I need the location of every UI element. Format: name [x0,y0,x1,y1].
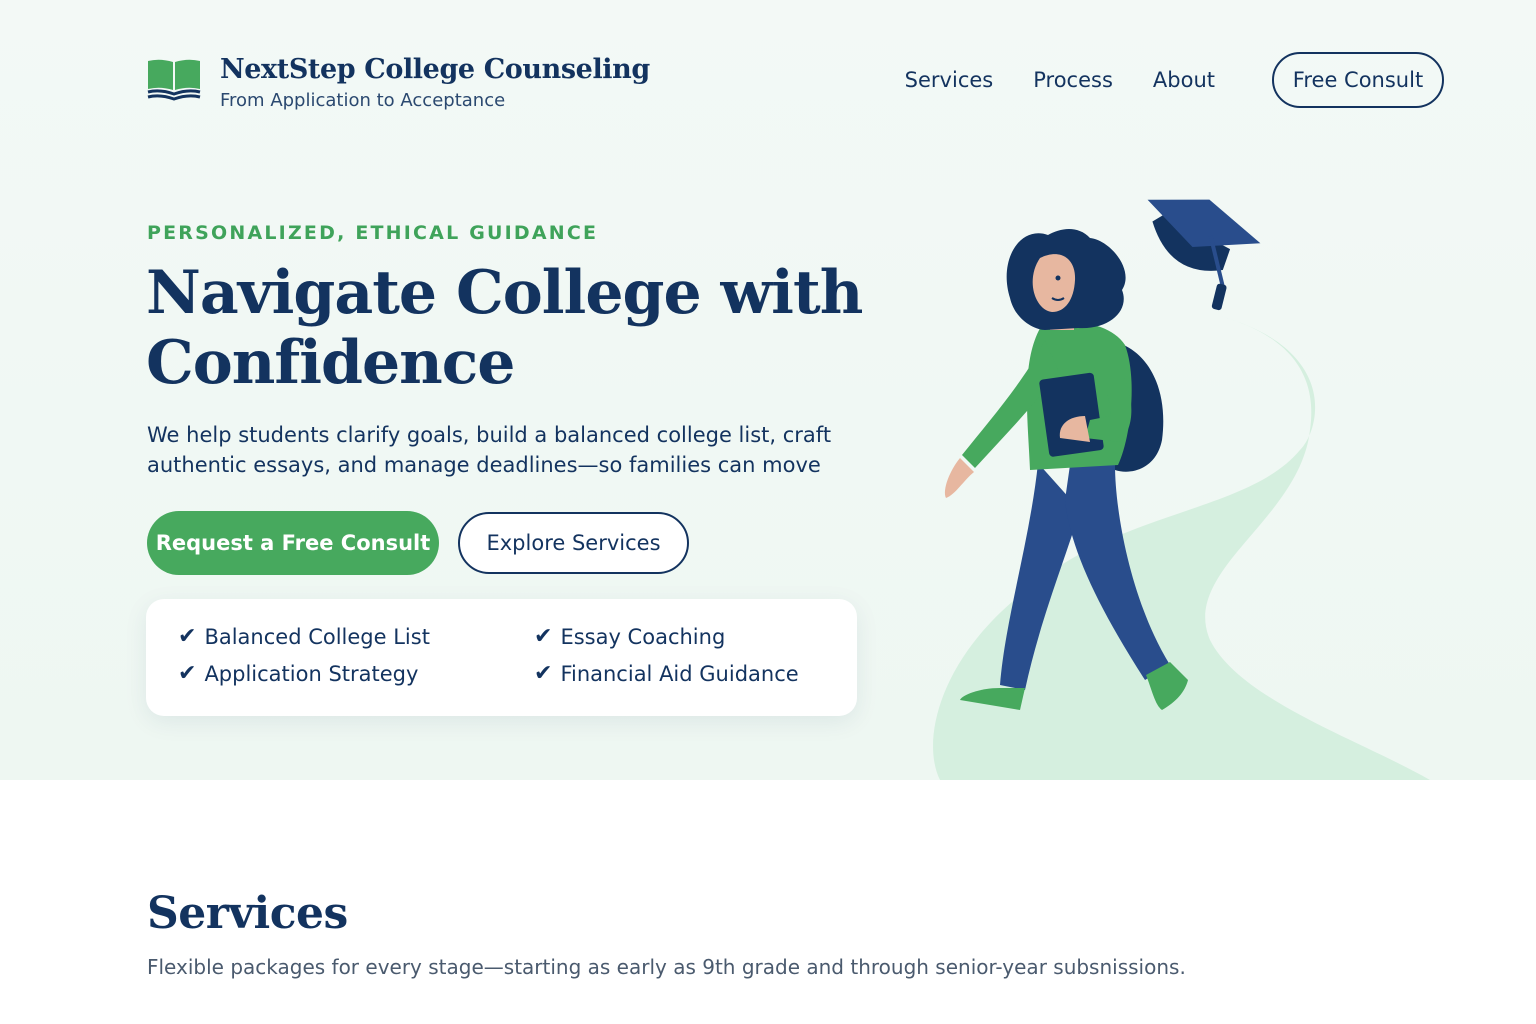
explore-services-button[interactable]: Explore Services [458,512,689,574]
free-consult-button[interactable]: Free Consult [1272,52,1444,108]
nav-link-services[interactable]: Services [905,54,994,106]
feature-label: Financial Aid Guidance [560,661,799,686]
feature-item: ✔ Application Strategy [178,661,418,686]
brand-title: NextStep College Counseling [220,54,650,85]
graduation-cap [1147,199,1261,311]
main-nav: Services Process About Free Consult [905,52,1444,108]
open-book-icon [147,59,201,101]
feature-label: Essay Coaching [560,624,726,649]
nav-link-about[interactable]: About [1153,54,1215,106]
student-walking-with-graduation-cap-icon [933,199,1430,780]
book [1039,372,1104,457]
checkmark-icon: ✔ [178,661,197,686]
hero-section: NextStep College Counseling From Applica… [0,0,1536,780]
checkmark-icon: ✔ [534,624,553,649]
services-subtitle: Flexible packages for every stage—starti… [147,955,1186,979]
request-consult-button[interactable]: Request a Free Consult [147,511,439,575]
feature-item: ✔ Essay Coaching [534,624,725,649]
brand-tagline: From Application to Acceptance [220,90,506,111]
feature-item: ✔ Balanced College List [178,624,430,649]
hero-eyebrow: PERSONALIZED, ETHICAL GUIDANCE [147,222,599,244]
checkmark-icon: ✔ [534,661,553,686]
feature-label: Balanced College List [204,624,430,649]
features-card: ✔ Balanced College List ✔ Essay Coaching… [146,599,857,716]
hero-description: We help students clarify goals, build a … [147,423,832,477]
feature-label: Application Strategy [204,661,419,686]
winding-path [933,316,1430,780]
hero-headline: Navigate College with Confidence [146,258,863,398]
brand[interactable]: NextStep College Counseling From Applica… [146,54,650,111]
nav-link-process[interactable]: Process [1033,54,1113,106]
checkmark-icon: ✔ [178,624,197,649]
feature-item: ✔ Financial Aid Guidance [534,661,799,686]
services-heading: Services [147,888,348,939]
